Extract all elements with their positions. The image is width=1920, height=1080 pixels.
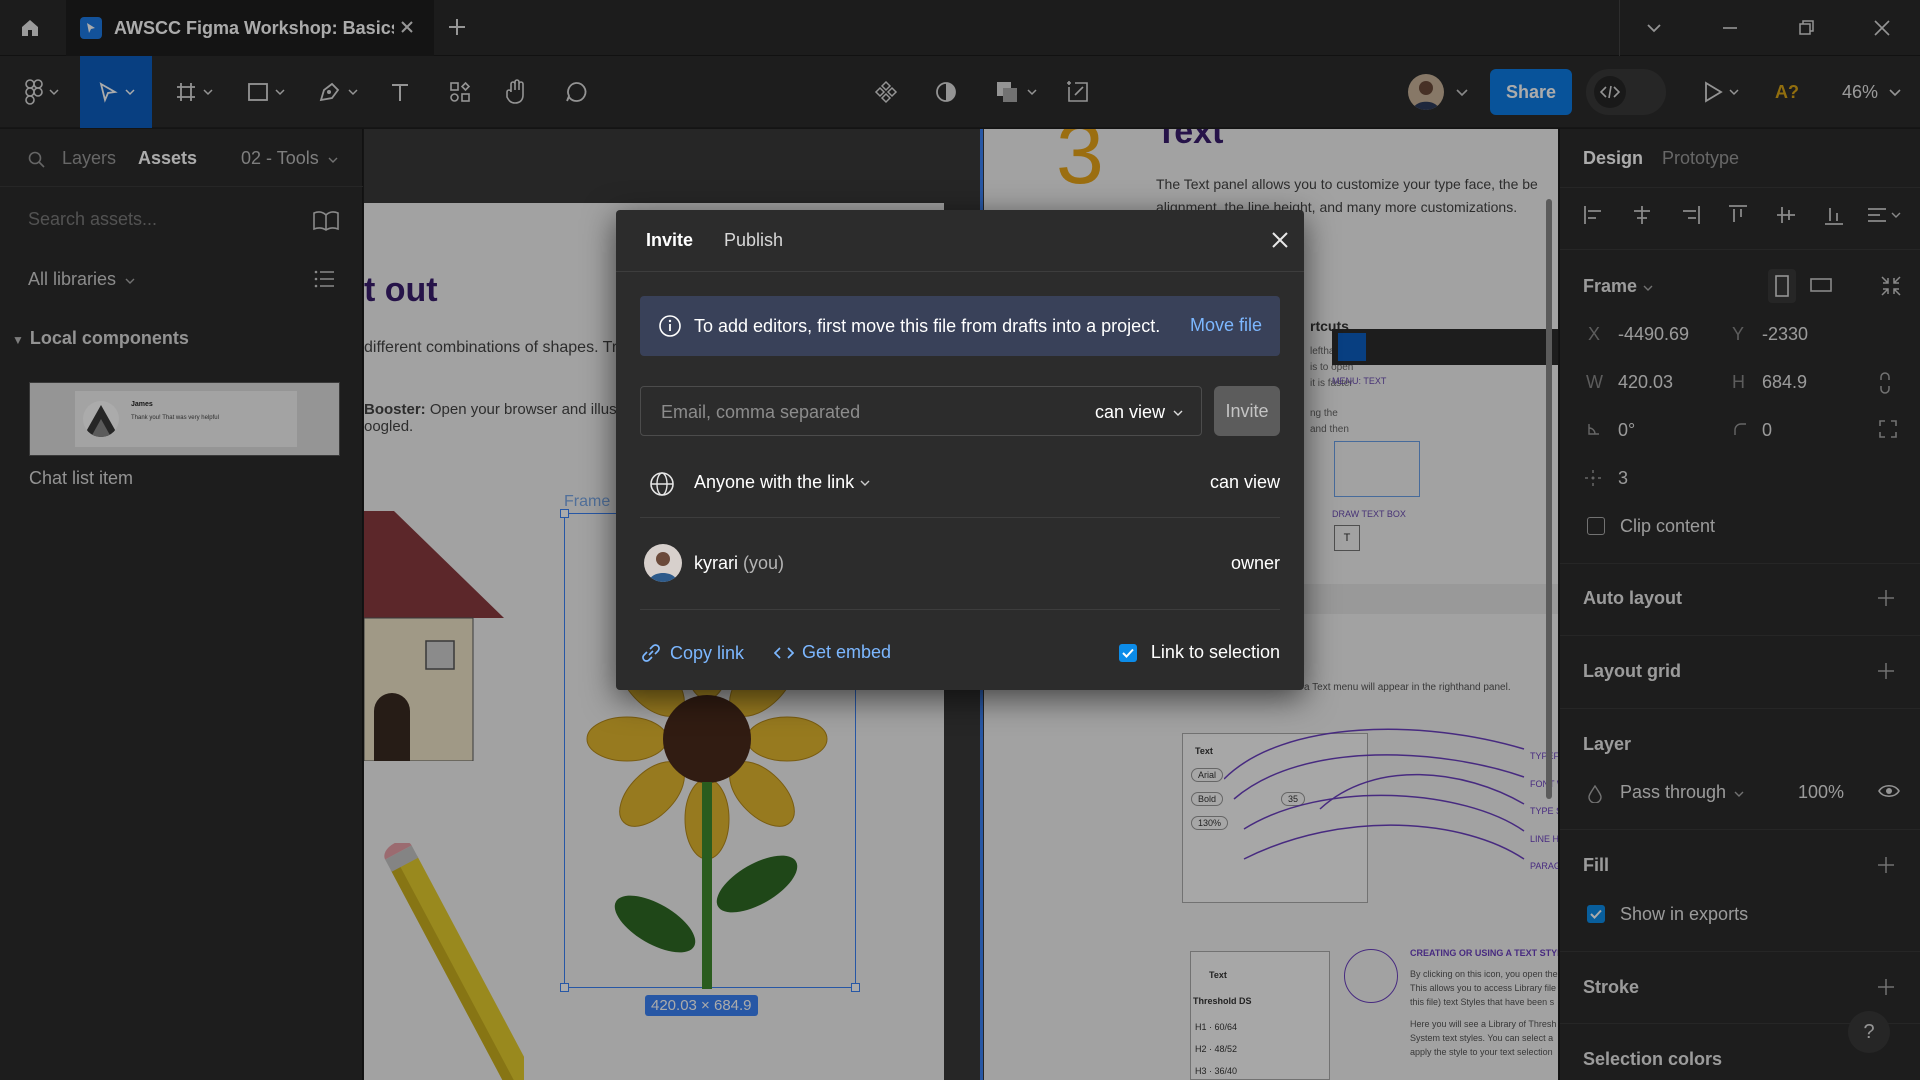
user-row: kyrari (you) owner bbox=[640, 518, 1280, 610]
get-embed-label: Get embed bbox=[802, 642, 892, 662]
user-you-tag: (you) bbox=[743, 553, 785, 573]
user-role: owner bbox=[1230, 553, 1280, 573]
invite-button[interactable]: Invite bbox=[1214, 386, 1280, 436]
link-access-label: Anyone with the link bbox=[694, 472, 855, 492]
user-name-text: kyrari (you) bbox=[694, 553, 784, 574]
close-icon bbox=[1272, 232, 1288, 248]
checkmark-icon bbox=[1122, 648, 1134, 658]
link-icon bbox=[642, 644, 660, 662]
close-modal-button[interactable] bbox=[1268, 228, 1292, 252]
tab-invite[interactable]: Invite bbox=[646, 230, 693, 251]
globe-icon bbox=[650, 472, 674, 496]
email-permission-dropdown[interactable]: can view bbox=[1095, 402, 1183, 423]
code-icon bbox=[774, 646, 794, 659]
share-modal: Invite Publish To add editors, first mov… bbox=[616, 210, 1304, 690]
link-access-dropdown[interactable]: Anyone with the link bbox=[694, 472, 870, 493]
chevron-down-icon bbox=[860, 480, 870, 486]
copy-link-button[interactable]: Copy link bbox=[640, 642, 744, 664]
info-banner: To add editors, first move this file fro… bbox=[640, 296, 1280, 356]
move-file-link[interactable]: Move file bbox=[1190, 315, 1262, 336]
get-embed-button[interactable]: Get embed bbox=[774, 642, 891, 663]
info-icon bbox=[659, 315, 681, 337]
copy-link-label: Copy link bbox=[670, 642, 745, 663]
link-access-row: Anyone with the link can view bbox=[640, 448, 1280, 518]
modal-footer: Copy link Get embed Link to selection bbox=[640, 642, 1280, 672]
avatar bbox=[644, 544, 682, 582]
link-to-selection-label: Link to selection bbox=[1150, 642, 1280, 662]
modal-header: Invite Publish bbox=[616, 210, 1304, 272]
link-to-selection-checkbox[interactable] bbox=[1118, 643, 1137, 662]
email-permission-value: can view bbox=[1094, 402, 1165, 422]
link-permission-dropdown[interactable]: can view bbox=[1210, 472, 1280, 493]
email-input[interactable]: Email, comma separated bbox=[661, 402, 860, 423]
banner-message: To add editors, first move this file fro… bbox=[694, 315, 1161, 336]
link-to-selection-toggle[interactable]: Link to selection bbox=[1118, 642, 1280, 663]
tab-publish[interactable]: Publish bbox=[724, 230, 783, 251]
user-name: kyrari bbox=[694, 553, 738, 573]
email-input-box: Email, comma separated can view bbox=[640, 386, 1202, 436]
chevron-down-icon bbox=[1173, 410, 1183, 416]
